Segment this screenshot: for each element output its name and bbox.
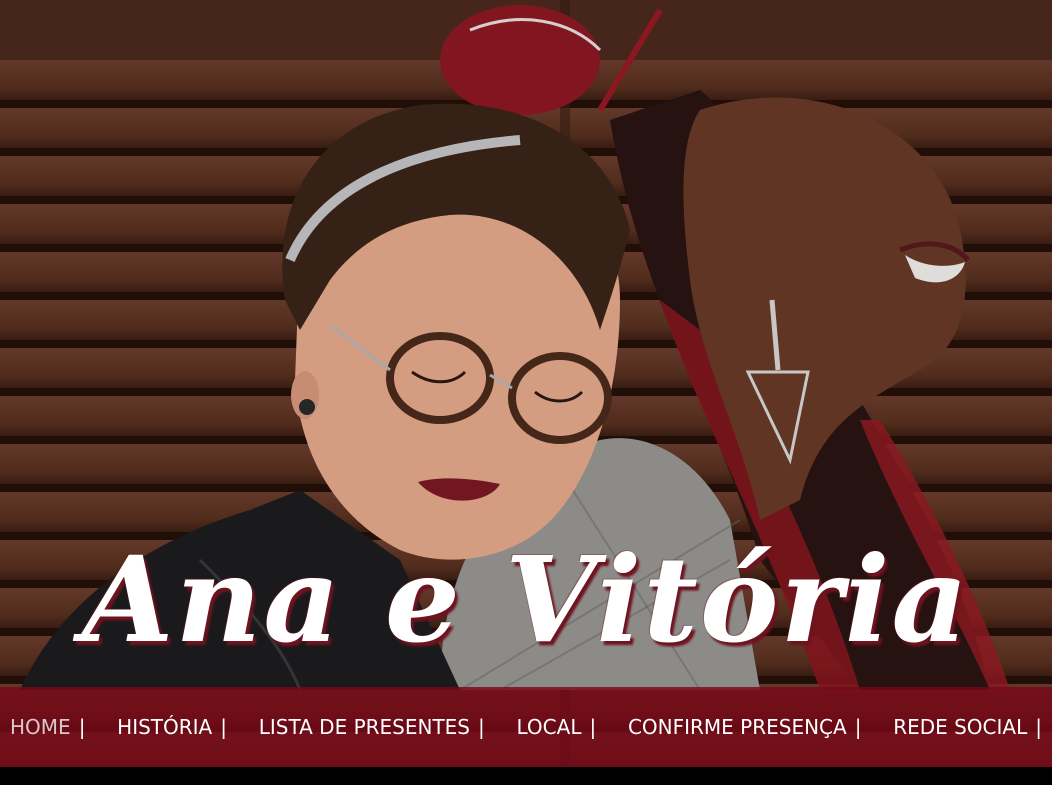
nav-label-home: HOME bbox=[10, 715, 71, 739]
nav-label-confirme-presenca: CONFIRME PRESENÇA bbox=[627, 715, 847, 739]
nav-separator: | bbox=[478, 715, 485, 739]
nav-separator: | bbox=[854, 715, 862, 739]
nav-separator: | bbox=[220, 715, 227, 739]
nav-label-lista-de-presentes: LISTA DE PRESENTES bbox=[258, 715, 471, 739]
nav-item-historia[interactable]: HISTÓRIA | bbox=[117, 715, 227, 739]
nav-separator: | bbox=[1035, 715, 1042, 739]
nav-item-local[interactable]: LOCAL | bbox=[517, 715, 597, 739]
nav-separator: | bbox=[589, 715, 597, 739]
hero-title: Ana e Vitória bbox=[81, 530, 970, 669]
nav-item-confirme-presenca[interactable]: CONFIRME PRESENÇA | bbox=[628, 715, 862, 739]
main-navigation: HOME | HISTÓRIA | LISTA DE PRESENTES | L… bbox=[0, 687, 1052, 767]
nav-item-home[interactable]: HOME | bbox=[10, 715, 85, 739]
hero-banner: Ana e Vitória HOME | HISTÓRIA | LISTA DE… bbox=[0, 0, 1052, 767]
nav-item-rede-social[interactable]: REDE SOCIAL | bbox=[893, 715, 1042, 739]
nav-label-historia: HISTÓRIA bbox=[117, 715, 213, 739]
nav-separator: | bbox=[78, 715, 86, 739]
nav-label-local: LOCAL bbox=[516, 715, 582, 739]
nav-label-rede-social: REDE SOCIAL bbox=[893, 715, 1028, 739]
nav-item-lista-de-presentes[interactable]: LISTA DE PRESENTES | bbox=[259, 715, 485, 739]
bottom-bar bbox=[0, 767, 1052, 785]
